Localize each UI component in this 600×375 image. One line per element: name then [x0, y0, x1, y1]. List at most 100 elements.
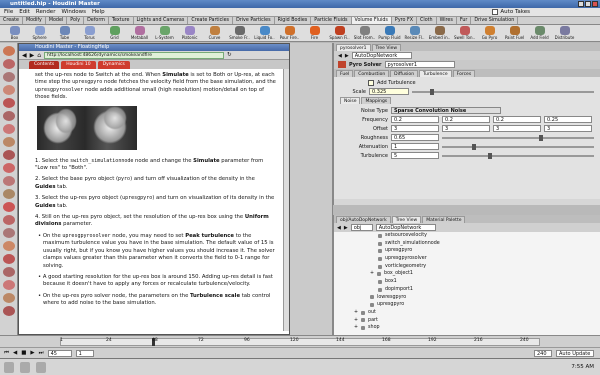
expand-icon[interactable]: + — [354, 309, 358, 317]
turbulence-field[interactable]: 5 — [391, 152, 439, 159]
home-icon[interactable]: ⌂ — [37, 52, 41, 59]
tool-icon[interactable] — [3, 150, 15, 160]
help-url-field[interactable]: http://localhost:48626/dynamics/smokeand… — [44, 51, 225, 59]
param-tab-diffusion[interactable]: Diffusion — [390, 70, 419, 77]
shelf-tool[interactable]: Smoke Fr.. — [227, 25, 252, 42]
param-pane-tab[interactable]: pyrosolver1 — [336, 44, 371, 51]
frequency-w[interactable]: 0.25 — [544, 116, 592, 123]
tree-node[interactable]: + part — [338, 317, 600, 325]
network-tab[interactable]: Material Palette — [422, 216, 466, 223]
auto-update-select[interactable]: Auto Update — [556, 349, 594, 357]
shelf-tool[interactable]: Go Pyro — [477, 25, 502, 42]
play-back-icon[interactable]: ◀ — [13, 350, 17, 356]
tool-icon[interactable] — [3, 202, 15, 212]
roughness-field[interactable]: 0.65 — [391, 134, 439, 141]
network-tab[interactable]: obj/AutoDopNetwork — [336, 216, 391, 223]
expand-icon[interactable]: + — [370, 270, 374, 278]
add-turbulence-checkbox[interactable] — [368, 79, 374, 86]
sub-tab-mappings[interactable]: Mappings — [361, 97, 392, 104]
tree-node[interactable]: upresgpyrosolver — [338, 255, 600, 263]
tool-icon[interactable] — [3, 293, 15, 303]
shelf-tool[interactable]: Add Field — [527, 25, 552, 42]
shelf-tab[interactable]: Deform — [84, 17, 109, 24]
shelf-tab[interactable]: Cloth — [417, 17, 437, 24]
shelf-tool[interactable]: Box — [2, 25, 27, 42]
help-tab[interactable]: Contents — [29, 61, 60, 69]
tool-icon[interactable] — [3, 85, 15, 95]
timeline-slider[interactable] — [60, 338, 540, 346]
shelf-tool[interactable]: Embed in.. — [427, 25, 452, 42]
minimize-button[interactable] — [578, 1, 584, 7]
tree-node[interactable]: lowresgpyro — [338, 294, 600, 302]
shelf-tool[interactable]: Grid — [102, 25, 127, 42]
tree-node[interactable]: upresgpyro — [338, 301, 600, 309]
tool-icon[interactable] — [3, 163, 15, 173]
shelf-tab[interactable]: Drive Simulation — [471, 17, 519, 24]
offset-y[interactable]: 3 — [442, 125, 490, 132]
nav-forward-icon[interactable]: ▶ — [345, 53, 349, 59]
back-arrow-icon[interactable]: ◀ — [22, 52, 27, 59]
shelf-tab[interactable]: Drive Particles — [233, 17, 275, 24]
frequency-y[interactable]: 0.2 — [442, 116, 490, 123]
tool-icon[interactable] — [3, 111, 15, 121]
tool-icon[interactable] — [3, 124, 15, 134]
end-frame-field[interactable]: 240 — [534, 349, 552, 357]
offset-w[interactable]: 3 — [544, 125, 592, 132]
auto-takes-checkbox[interactable] — [492, 9, 499, 15]
network-tab[interactable]: Tree View — [391, 216, 422, 223]
tool-icon[interactable] — [3, 137, 15, 147]
offset-z[interactable]: 3 — [493, 125, 541, 132]
shelf-tab[interactable]: Create — [0, 17, 23, 24]
tool-icon[interactable] — [3, 46, 15, 56]
tree-node[interactable]: box1 — [338, 278, 600, 286]
shelf-tool[interactable]: Distribute — [552, 25, 577, 42]
browser-icon[interactable] — [36, 361, 46, 373]
shelf-tool[interactable]: Liquid Fo.. — [252, 25, 277, 42]
param-tab-forces[interactable]: Forces — [452, 70, 476, 77]
tool-icon[interactable] — [3, 280, 15, 290]
shelf-tab[interactable]: Volume Fluids — [351, 17, 392, 24]
tree-node[interactable]: + shop — [338, 324, 600, 332]
shelf-tab[interactable]: Rigid Bodies — [275, 17, 312, 24]
scale-slider[interactable] — [412, 88, 594, 95]
tool-icon[interactable] — [3, 228, 15, 238]
shelf-tool[interactable]: Curve — [202, 25, 227, 42]
expand-icon[interactable]: + — [354, 317, 358, 325]
scale-field[interactable]: 0.325 — [369, 88, 409, 95]
stop-icon[interactable]: ■ — [21, 350, 26, 356]
tool-icon[interactable] — [3, 306, 15, 316]
shelf-tool[interactable]: Swell Ton.. — [452, 25, 477, 42]
shelf-tool[interactable]: Tube — [52, 25, 77, 42]
tool-icon[interactable] — [3, 215, 15, 225]
param-tab-fuel[interactable]: Fuel — [336, 70, 354, 77]
turbulence-slider[interactable] — [442, 152, 594, 159]
tree-node[interactable]: vorticlegeometry — [338, 263, 600, 271]
shelf-tool[interactable]: Sphere — [27, 25, 52, 42]
tool-icon[interactable] — [3, 267, 15, 277]
help-tab[interactable]: Dynamics — [97, 61, 130, 69]
shelf-tool[interactable]: Spawn Fi.. — [327, 25, 352, 42]
start-menu-icon[interactable] — [4, 361, 14, 373]
tool-icon[interactable] — [3, 254, 15, 264]
play-icon[interactable]: ▶ — [30, 350, 34, 356]
frequency-z[interactable]: 0.2 — [493, 116, 541, 123]
node-name-field[interactable]: pyrosolver1 — [384, 61, 455, 68]
sub-tab-noise[interactable]: Noise — [340, 97, 361, 104]
maximize-button[interactable] — [585, 1, 591, 7]
shelf-tab[interactable]: Fur — [457, 17, 472, 24]
close-button[interactable] — [592, 1, 598, 7]
tree-node[interactable]: dopimport1 — [338, 286, 600, 294]
param-path[interactable]: AutoDopNetwork — [351, 52, 412, 59]
tree-node[interactable]: switch_simulationnode — [338, 240, 600, 248]
tree-node[interactable]: upresgpyro — [338, 247, 600, 255]
noise-type-select[interactable]: Sparse Convolution Noise — [391, 107, 501, 114]
shelf-tool[interactable]: Pour Fire.. — [277, 25, 302, 42]
shelf-tool[interactable]: Slot From.. — [352, 25, 377, 42]
shelf-tab[interactable]: Wires — [437, 17, 457, 24]
help-tab[interactable]: Houdini 10 — [61, 61, 96, 69]
shelf-tool[interactable]: Fire — [302, 25, 327, 42]
tool-icon[interactable] — [3, 241, 15, 251]
param-pane-tab[interactable]: Tree View — [371, 44, 402, 51]
nav-back-icon[interactable]: ◀ — [337, 225, 341, 231]
tree-node[interactable]: setsourcevelocity — [338, 232, 600, 240]
